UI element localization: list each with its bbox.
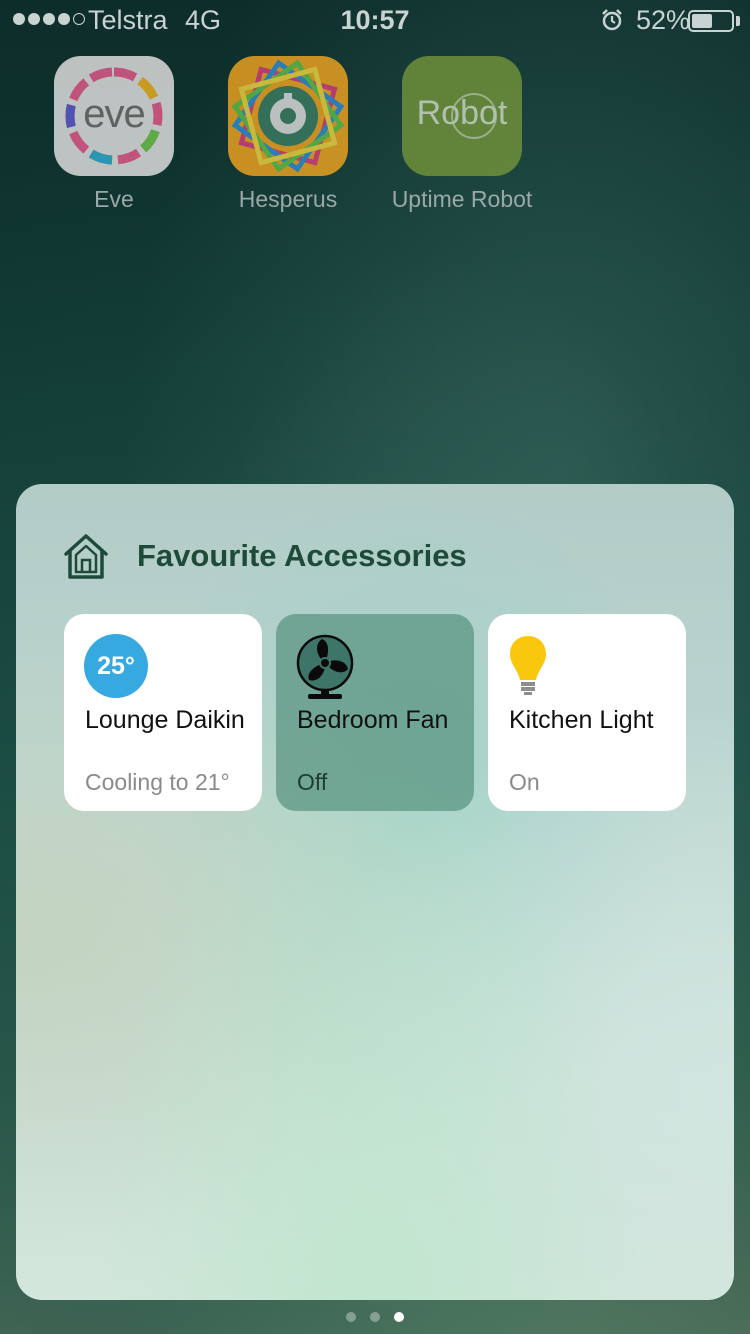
widget-title: Favourite Accessories	[137, 538, 467, 573]
accessory-tile-bedroom-fan[interactable]: Bedroom Fan Off	[276, 614, 474, 811]
app-uptime-robot[interactable]: Robot Uptime Robot	[377, 56, 547, 213]
page-dot[interactable]	[394, 1312, 404, 1322]
accessory-status: Off	[297, 769, 328, 795]
battery-percent: 52%	[636, 5, 691, 35]
app-hesperus[interactable]: Hesperus	[203, 56, 373, 213]
robot-logo-text: Robot	[416, 94, 508, 132]
accessory-tile-lounge-daikin[interactable]: 25° Lounge Daikin Cooling to 21°	[64, 614, 262, 811]
home-icon	[61, 532, 111, 580]
app-eve[interactable]: eve Eve	[29, 56, 199, 213]
accessory-tile-kitchen-light[interactable]: Kitchen Light On	[488, 614, 686, 811]
temperature-badge: 25°	[84, 634, 148, 698]
status-bar: Telstra 4G 10:57 52%	[0, 0, 750, 40]
battery-tip	[736, 16, 740, 26]
app-label-uptime-robot: Uptime Robot	[391, 186, 533, 212]
page-dot[interactable]	[346, 1312, 356, 1322]
uptime-robot-app-icon[interactable]: Robot	[402, 56, 522, 176]
accessory-name: Kitchen Light	[509, 706, 654, 734]
accessory-name: Bedroom Fan	[297, 706, 449, 734]
alarm-icon	[600, 8, 624, 39]
favourite-accessories-widget[interactable]: Favourite Accessories 25° Lounge Daikin …	[16, 484, 734, 1300]
thermostat-icon: 25°	[84, 634, 148, 698]
page-dot[interactable]	[370, 1312, 380, 1322]
eve-logo-text: eve	[83, 92, 146, 136]
widget-header[interactable]: Favourite Accessories	[61, 531, 467, 581]
app-label-eve: Eve	[94, 186, 134, 212]
light-bulb-icon	[508, 634, 548, 703]
hesperus-app-icon[interactable]	[228, 56, 348, 176]
accessory-status: Cooling to 21°	[85, 769, 230, 795]
battery-level	[692, 14, 712, 28]
accessory-name: Lounge Daikin	[85, 706, 245, 734]
fan-icon	[296, 634, 354, 705]
page-indicator[interactable]	[0, 1312, 750, 1322]
app-label-hesperus: Hesperus	[238, 186, 338, 212]
eve-app-icon[interactable]: eve	[54, 56, 174, 176]
accessory-status: On	[509, 769, 540, 795]
battery-icon	[688, 10, 734, 32]
